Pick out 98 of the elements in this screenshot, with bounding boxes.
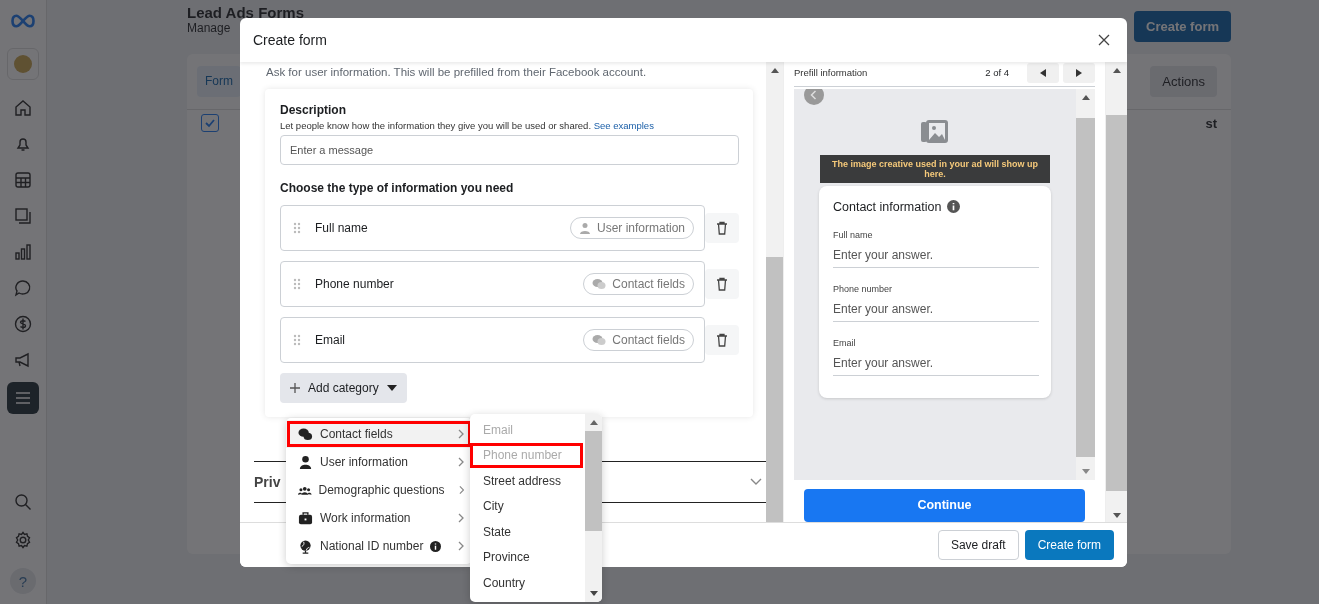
answer-field[interactable]: Enter your answer.	[833, 293, 1039, 322]
menu-item[interactable]: Work information	[286, 504, 472, 532]
scrollbar[interactable]	[1105, 62, 1127, 522]
description-help: Let people know how the information they give you will be used or shared.	[280, 120, 592, 131]
trash-icon	[716, 221, 728, 235]
create-form-button[interactable]: Create form	[1024, 530, 1114, 560]
save-draft-button[interactable]: Save draft	[937, 530, 1019, 560]
field-label: Full name	[315, 221, 369, 235]
field-label: Full name	[833, 229, 874, 240]
menu-item[interactable]: Contact fields	[286, 420, 472, 448]
answer-field[interactable]: Enter your answer.	[833, 239, 1039, 268]
speech-bubbles-icon	[592, 334, 607, 346]
preview-heading: Prefill information	[794, 67, 869, 79]
home-icon	[13, 98, 33, 118]
answer-field[interactable]: Enter your answer.	[833, 347, 1039, 376]
scrollbar[interactable]	[585, 414, 602, 602]
menu-item[interactable]: National ID number	[286, 532, 472, 560]
trash-icon	[716, 277, 728, 291]
infinity-logo-icon	[9, 12, 37, 30]
intro-text: Ask for user information. This will be prefilled from their Facebook account.	[265, 66, 648, 78]
down-arrow-icon	[1112, 513, 1121, 518]
chevron-right-icon	[458, 457, 464, 467]
chevron-right-icon	[458, 541, 464, 551]
speech-bubbles-icon	[298, 426, 313, 442]
up-arrow-icon	[589, 420, 598, 425]
field-row[interactable]: Email Contact fields	[280, 317, 705, 363]
sidebar-item[interactable]	[7, 382, 39, 414]
delete-button[interactable]	[705, 213, 739, 243]
right-arrow-icon	[1076, 68, 1082, 77]
briefcase-icon	[298, 510, 313, 526]
page-counter: 2 of 4	[985, 67, 1009, 79]
image-icon	[921, 118, 949, 145]
plus-icon	[290, 383, 300, 393]
settings-icon[interactable]	[13, 530, 33, 550]
card-title: Contact information	[833, 199, 942, 214]
left-arrow-icon	[1040, 68, 1046, 77]
down-arrow-icon	[1081, 468, 1090, 474]
continue-button[interactable]: Continue	[804, 488, 1085, 522]
speech-bubbles-icon	[592, 278, 607, 290]
next-button[interactable]	[1063, 62, 1095, 83]
chart-icon	[13, 242, 33, 262]
dollar-icon	[13, 314, 33, 334]
chevron-right-icon	[458, 513, 464, 523]
account-button[interactable]	[7, 48, 39, 80]
chevron-right-icon	[458, 429, 464, 439]
section-title: Priv	[254, 474, 281, 490]
menu-item[interactable]: State	[470, 519, 583, 545]
field-row[interactable]: Full name User information	[280, 205, 705, 251]
windows-icon	[13, 206, 33, 226]
image-notice: The image creative used in your ad will show up here.	[820, 154, 1050, 183]
scrollbar[interactable]	[766, 62, 783, 522]
up-arrow-icon	[1081, 94, 1090, 100]
previous-button[interactable]	[1027, 62, 1059, 83]
column-header: st	[1205, 115, 1217, 131]
chevron-down-icon	[750, 478, 762, 486]
field-label: Phone number	[833, 283, 894, 294]
chat-icon	[13, 278, 33, 298]
menu-item[interactable]: City	[470, 493, 583, 519]
dialog-title: Create form	[253, 32, 327, 48]
description-label: Description	[280, 103, 347, 117]
menu-item[interactable]: Demographic questions	[286, 476, 472, 504]
chevron-right-icon	[458, 485, 464, 495]
back-button-icon[interactable]	[804, 88, 824, 105]
trash-icon	[716, 333, 728, 347]
table-icon	[13, 170, 33, 190]
add-category-button[interactable]: Add category	[280, 373, 407, 403]
drag-handle-icon[interactable]	[293, 334, 301, 346]
menu-item[interactable]: User information	[286, 448, 472, 476]
down-arrow-icon	[589, 591, 598, 596]
page-subtitle: Manage	[187, 21, 232, 35]
up-arrow-icon	[1112, 68, 1121, 73]
check-icon	[204, 117, 216, 129]
drag-handle-icon[interactable]	[293, 278, 301, 290]
menu-item[interactable]: Street address	[470, 468, 583, 494]
menu-item[interactable]: Province	[470, 544, 583, 570]
delete-button[interactable]	[705, 325, 739, 355]
globe-icon	[298, 538, 313, 554]
question-label: Choose the type of information you need	[280, 181, 515, 195]
caret-icon	[386, 385, 397, 391]
checkbox[interactable]	[201, 114, 219, 132]
field-row[interactable]: Phone number Contact fields	[280, 261, 705, 307]
delete-button[interactable]	[705, 269, 739, 299]
field-label: Phone number	[315, 277, 395, 291]
scrollbar[interactable]	[1076, 88, 1095, 480]
page-title: Lead Ads Forms	[187, 6, 304, 20]
menu-item[interactable]: Country	[470, 570, 583, 596]
person-icon	[578, 222, 591, 234]
message-input[interactable]: Enter a message	[280, 135, 739, 165]
field-label: Email	[833, 337, 857, 348]
info-icon	[947, 200, 961, 213]
search-icon[interactable]	[13, 492, 33, 512]
avatar-icon	[14, 55, 32, 73]
field-label: Email	[315, 333, 346, 347]
close-icon[interactable]	[1098, 34, 1110, 46]
drag-handle-icon[interactable]	[293, 222, 301, 234]
see-examples-link[interactable]: See examples	[593, 120, 654, 131]
up-arrow-icon	[770, 68, 779, 73]
person-icon	[298, 454, 313, 470]
